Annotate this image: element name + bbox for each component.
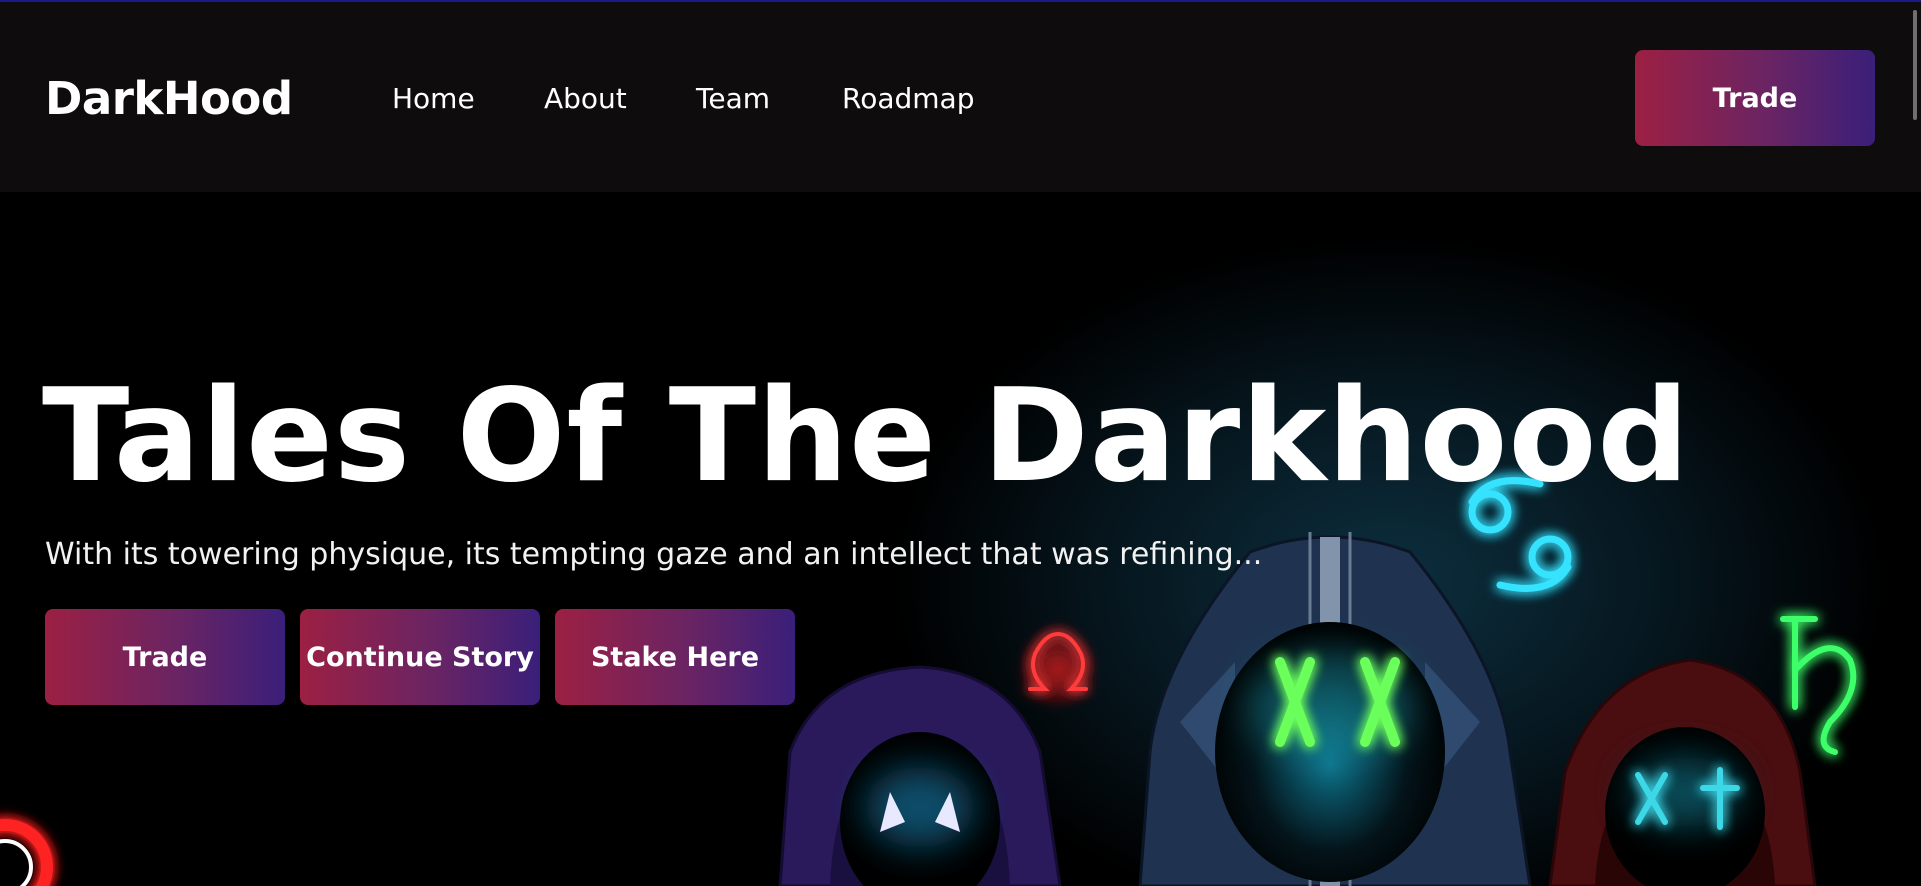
logo[interactable]: DarkHood xyxy=(45,72,293,125)
scrollbar-thumb[interactable] xyxy=(1913,10,1917,120)
stake-here-button[interactable]: Stake Here xyxy=(555,609,795,705)
hero-section: Tales Of The Darkhood With its towering … xyxy=(0,192,1921,886)
nav-trade-button[interactable]: Trade xyxy=(1635,50,1875,146)
nav-link-team[interactable]: Team xyxy=(696,82,770,115)
hero-subtitle: With its towering physique, its tempting… xyxy=(45,537,1263,572)
navbar: DarkHood Home About Team Roadmap Trade xyxy=(0,2,1921,192)
nav-link-roadmap[interactable]: Roadmap xyxy=(842,82,974,115)
red-ring-decoration xyxy=(0,819,53,886)
nav-link-about[interactable]: About xyxy=(544,82,627,115)
red-hood-figure xyxy=(1548,658,1817,886)
blue-hood-figure xyxy=(1138,532,1532,886)
hero-trade-button[interactable]: Trade xyxy=(45,609,285,705)
purple-hood-figure xyxy=(778,665,1062,886)
saturn-symbol-icon xyxy=(1780,616,1857,755)
omega-symbol-icon xyxy=(1018,629,1098,709)
hero-title: Tales Of The Darkhood xyxy=(42,362,1690,511)
nav-link-home[interactable]: Home xyxy=(392,82,475,115)
continue-story-button[interactable]: Continue Story xyxy=(300,609,540,705)
